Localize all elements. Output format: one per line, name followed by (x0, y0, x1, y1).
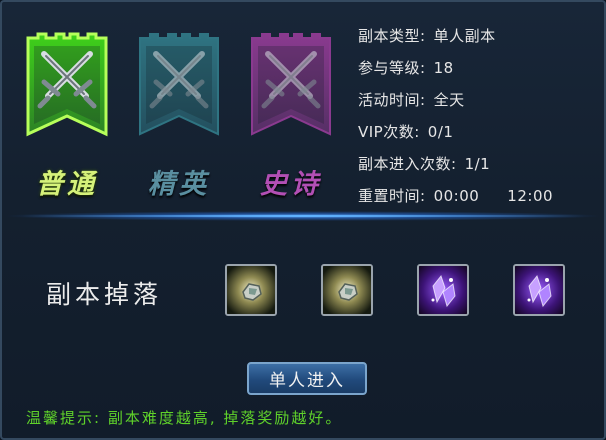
difficulty-elite-label[interactable]: 精英 (119, 162, 239, 201)
info-value: 18 (433, 59, 454, 77)
drop-slot-purple-crystal-icon[interactable] (417, 264, 469, 316)
info-value: 0/1 (427, 123, 454, 141)
info-dungeon-type: 副本类型: 单人副本 (358, 25, 496, 46)
info-value: 12:00 (507, 187, 554, 205)
info-value: 00:00 (433, 187, 480, 205)
tip-text: 温馨提示: 副本难度越高, 掉落奖励越好。 (26, 409, 343, 427)
info-label: VIP次数: (358, 123, 420, 141)
info-value: 单人副本 (433, 27, 496, 45)
section-divider (2, 211, 604, 221)
info-reset-time: 重置时间: 00:00 12:00 (358, 185, 553, 206)
drop-slot-ore-stone-icon[interactable] (321, 264, 373, 316)
info-label: 参与等级: (358, 59, 426, 77)
info-label: 副本类型: (358, 27, 426, 45)
drop-slot-ore-stone-icon[interactable] (225, 264, 277, 316)
info-level: 参与等级: 18 (358, 57, 454, 78)
banner-epic-swords-icon[interactable] (248, 32, 334, 138)
difficulty-epic-label[interactable]: 史诗 (231, 162, 351, 201)
info-label: 副本进入次数: (358, 155, 457, 173)
info-vip-count: VIP次数: 0/1 (358, 121, 453, 142)
divider-line (22, 215, 584, 217)
difficulty-normal-label[interactable]: 普通 (7, 162, 127, 201)
dungeon-panel: 普通 精英 史诗 副本类型: 单人副本 参与等级: 18 活动时间: 全天 VIP次数… (0, 0, 606, 440)
info-entry-count: 副本进入次数: 1/1 (358, 153, 490, 174)
info-value: 1/1 (464, 155, 491, 173)
info-label: 重置时间: (358, 187, 426, 205)
info-value: 全天 (433, 91, 465, 109)
info-activity-time: 活动时间: 全天 (358, 89, 465, 110)
drop-slot-purple-crystal-icon[interactable] (513, 264, 565, 316)
info-label: 活动时间: (358, 91, 426, 109)
banner-elite-swords-icon[interactable] (136, 32, 222, 138)
banner-normal-swords-icon[interactable] (24, 32, 110, 138)
drops-title: 副本掉落 (46, 280, 163, 309)
solo-enter-button[interactable]: 单人进入 (247, 362, 367, 395)
